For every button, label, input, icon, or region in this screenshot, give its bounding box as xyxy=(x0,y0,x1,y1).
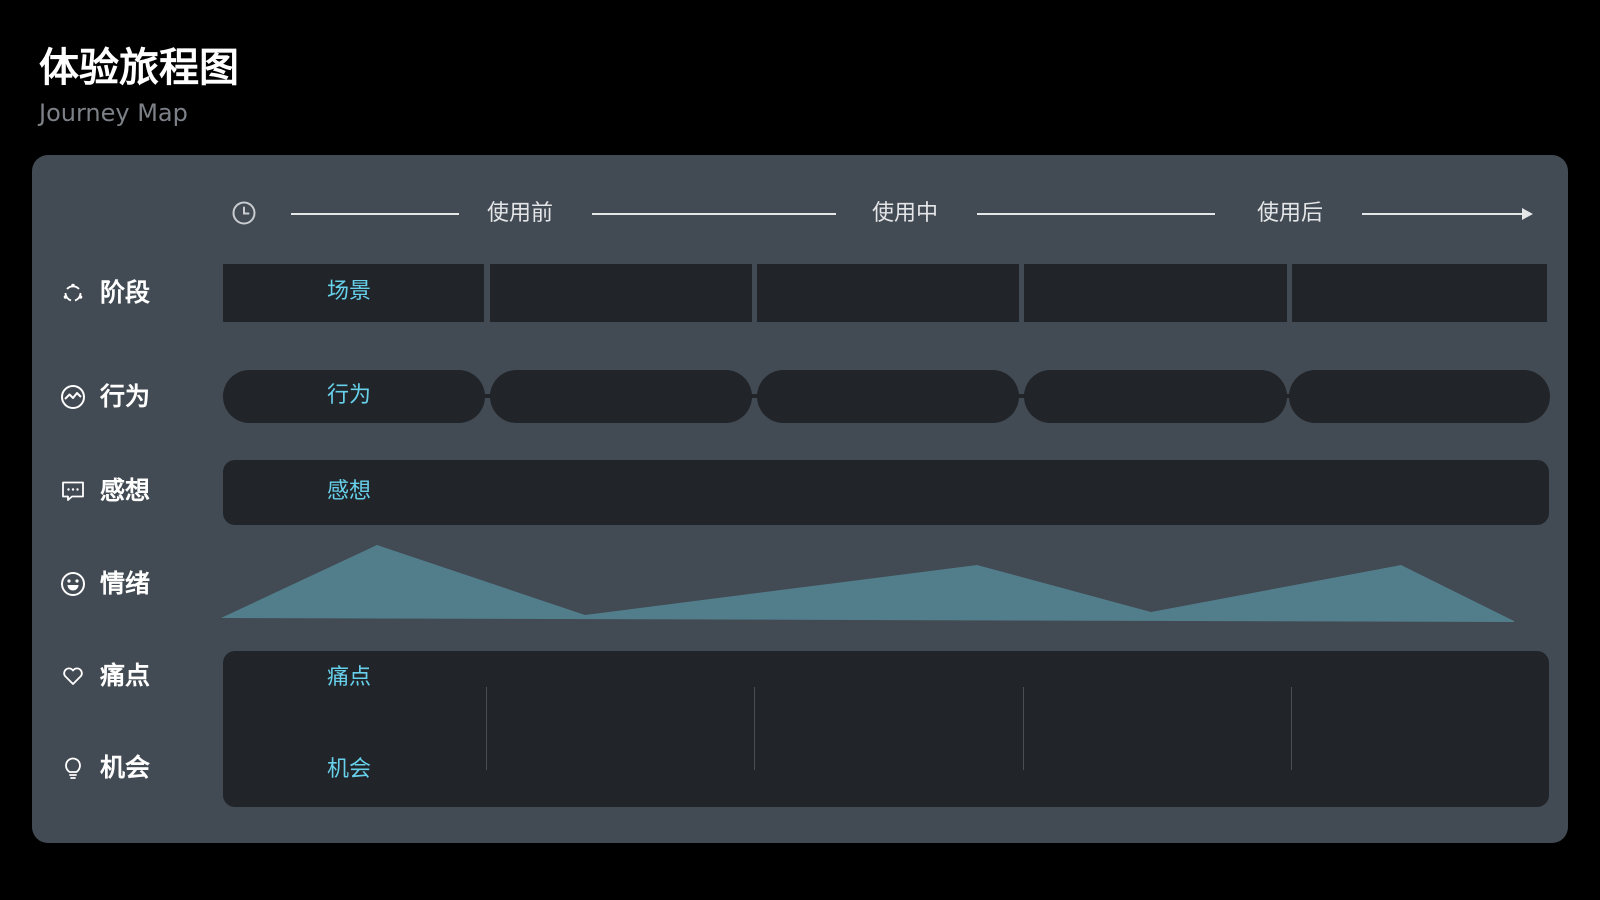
row-pain-header: 痛点 xyxy=(60,656,150,696)
timeline-segment xyxy=(977,213,1215,215)
stage-cell xyxy=(1292,264,1547,322)
row-behavior-label: 行为 xyxy=(100,382,151,411)
phase-during: 使用中 xyxy=(871,201,938,226)
row-opportunity-header: 机会 xyxy=(60,748,150,788)
column-divider xyxy=(754,687,755,770)
stage-cell: 场景 xyxy=(223,264,484,322)
pain-cell-text: 痛点 xyxy=(327,665,372,690)
timeline-segment xyxy=(592,213,836,215)
behavior-cell-text: 行为 xyxy=(327,383,372,408)
behavior-cell xyxy=(490,370,752,423)
row-feeling-label: 感想 xyxy=(100,476,151,505)
behavior-cell xyxy=(1024,370,1287,423)
activity-icon xyxy=(60,384,86,410)
cycle-icon xyxy=(60,280,86,306)
column-divider xyxy=(1291,687,1292,770)
clock-icon xyxy=(232,201,256,225)
timeline-arrow-icon xyxy=(1522,208,1533,220)
column-divider xyxy=(1023,687,1024,770)
pain-opportunity-panel: 痛点 机会 xyxy=(223,651,1549,807)
behavior-cell xyxy=(757,370,1019,423)
page-subtitle: Journey Map xyxy=(39,99,188,127)
row-stage-header: 阶段 xyxy=(60,273,150,313)
lightbulb-icon xyxy=(60,755,86,781)
row-behavior-header: 行为 xyxy=(60,377,150,417)
column-divider xyxy=(486,687,487,770)
behavior-cell xyxy=(1289,370,1550,423)
row-pain-label: 痛点 xyxy=(100,661,151,690)
phase-after: 使用后 xyxy=(1256,201,1323,226)
stage-cell-text: 场景 xyxy=(327,279,372,304)
emotion-curve xyxy=(221,545,1514,622)
row-opportunity-label: 机会 xyxy=(100,753,151,782)
timeline-segment xyxy=(1362,213,1522,215)
heart-icon xyxy=(60,663,86,689)
phase-before: 使用前 xyxy=(486,201,553,226)
row-stage-label: 阶段 xyxy=(100,278,151,307)
stage-cell xyxy=(757,264,1019,322)
journey-board: 使用前 使用中 使用后 阶段 场景 行为 行为 感想 感想 情绪 痛点 机会 痛… xyxy=(32,155,1568,843)
page-title: 体验旅程图 xyxy=(39,45,239,91)
opportunity-cell-text: 机会 xyxy=(327,757,372,782)
behavior-cell: 行为 xyxy=(223,370,485,423)
timeline-segment xyxy=(291,213,459,215)
stage-cell xyxy=(1024,264,1287,322)
feeling-cell-text: 感想 xyxy=(327,479,372,504)
chat-icon xyxy=(60,478,86,504)
stage-cell xyxy=(490,264,752,322)
row-feeling-header: 感想 xyxy=(60,471,150,511)
